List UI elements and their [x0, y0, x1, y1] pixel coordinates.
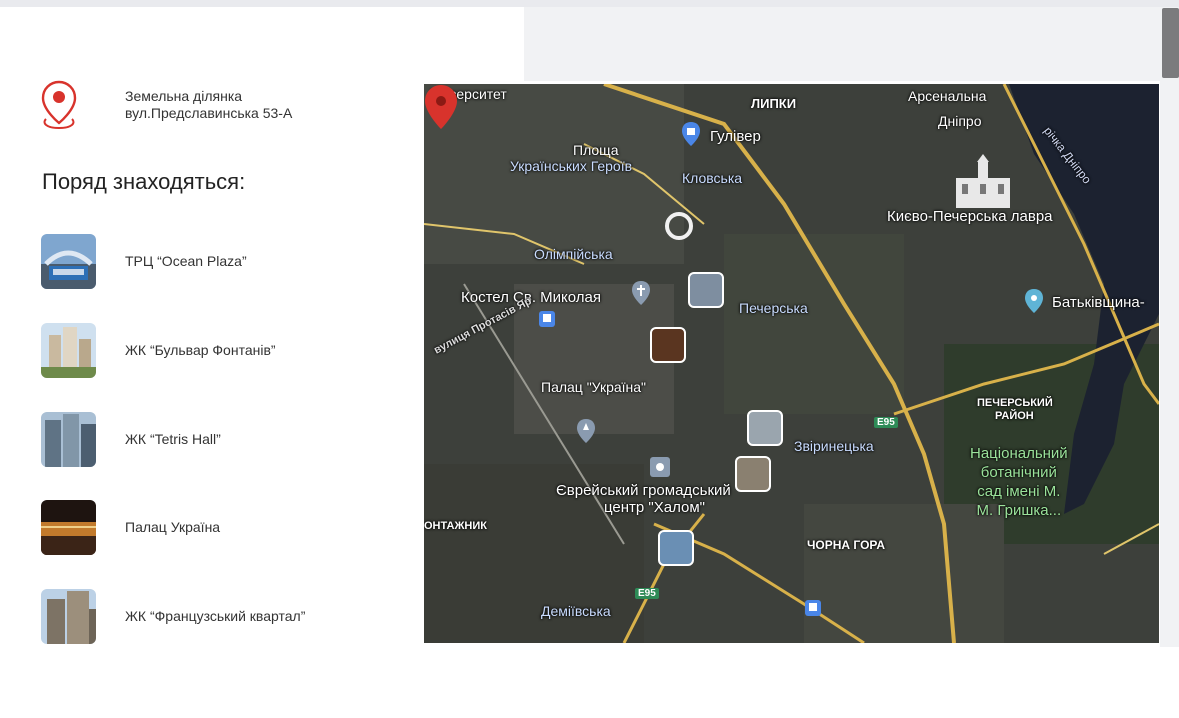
- map-label-e95-a: E95: [874, 417, 898, 428]
- map-label-klovska: Кловська: [682, 170, 743, 186]
- map-label-arsenalna: Арсенальна: [908, 88, 987, 104]
- map-label-montazhnyk: ОНТАЖНИК: [424, 520, 487, 532]
- bus-station-icon[interactable]: [804, 599, 822, 617]
- botanic-line-1: Національний: [970, 445, 1068, 462]
- map-label-ploshcha: Площа: [573, 142, 619, 158]
- place-thumbnail: [41, 323, 96, 378]
- landmark-pin-icon[interactable]: [576, 418, 596, 444]
- church-pin-icon[interactable]: [631, 280, 651, 306]
- place-label: Палац Україна: [125, 519, 221, 535]
- map-photo-marker-fontaniv[interactable]: [747, 410, 783, 446]
- scrollbar-track[interactable]: [1160, 7, 1179, 647]
- botanic-line-2: ботанічний: [980, 464, 1057, 481]
- botanic-line-4: М. Гришка...: [976, 502, 1062, 519]
- place-thumbnail: [41, 589, 96, 644]
- map-photo-marker-palats[interactable]: [650, 327, 686, 363]
- scrollbar-thumb[interactable]: [1162, 8, 1179, 78]
- map-label-lypky: ЛИПКИ: [751, 96, 797, 111]
- map-photo-marker-kvartal[interactable]: [735, 456, 771, 492]
- place-item-palats-ukraina[interactable]: Палац Україна: [41, 500, 441, 556]
- place-label: ЖК “Бульвар Фонтанів”: [125, 342, 276, 358]
- place-item-ocean-plaza[interactable]: ТРЦ “Ocean Plaza”: [41, 234, 441, 290]
- map-label-botanic-garden: Національний ботанічний сад імені М. М. …: [970, 444, 1068, 520]
- map-label-chorna-hora: ЧОРНА ГОРА: [807, 538, 886, 552]
- transit-station-icon[interactable]: [538, 310, 556, 328]
- botanic-line-3: сад імені М.: [977, 483, 1061, 500]
- location-pin-icon: [41, 80, 77, 130]
- selected-location-pin-icon[interactable]: [424, 84, 458, 130]
- map-label-dnipro: Дніпро: [938, 113, 982, 129]
- place-thumbnail: [41, 234, 96, 289]
- address-block: Земельна ділянка вул.Предславинська 53-А: [125, 88, 292, 122]
- place-label: ТРЦ “Ocean Plaza”: [125, 253, 247, 269]
- place-item-frantsuzkyi-kvartal[interactable]: ЖК “Французський квартал”: [41, 589, 441, 645]
- place-thumbnail: [41, 500, 96, 555]
- satellite-map[interactable]: Університет ЛИПКИ Арсенальна Дніпро річк…: [424, 84, 1159, 643]
- map-label-palats: Палац "Україна": [541, 379, 647, 395]
- map-photo-marker-ocean[interactable]: [658, 530, 694, 566]
- map-photo-marker-tetris[interactable]: [688, 272, 724, 308]
- place-label: ЖК “Tetris Hall”: [125, 431, 221, 447]
- place-item-tetris-hall[interactable]: ЖК “Tetris Hall”: [41, 412, 441, 468]
- place-label: ЖК “Французський квартал”: [125, 608, 306, 624]
- map-label-ukr-heroiv: Українських Героїв: [510, 158, 633, 174]
- map-label-hulliver: Гулівер: [710, 128, 761, 145]
- lavra-landmark-icon[interactable]: [952, 154, 1014, 210]
- address-line-1: Земельна ділянка: [125, 88, 243, 104]
- map-label-e95-b: E95: [635, 588, 659, 599]
- map-label-olimpiiska: Олімпійська: [534, 246, 613, 262]
- community-center-icon[interactable]: [649, 456, 671, 478]
- place-item-bulvar-fontaniv[interactable]: ЖК “Бульвар Фонтанів”: [41, 323, 441, 379]
- map-label-zvirynetska: Звіринецька: [794, 438, 874, 454]
- monument-pin-icon[interactable]: [1024, 288, 1044, 314]
- map-label-pechersk-district-1: ПЕЧЕРСЬКИЙ: [977, 397, 1053, 409]
- map-label-pechersk-district-2: РАЙОН: [995, 410, 1034, 422]
- map-label-jewish-1: Єврейський громадський: [556, 482, 731, 499]
- nearby-title: Поряд знаходяться:: [42, 169, 246, 194]
- place-thumbnail: [41, 412, 96, 467]
- top-bar: [0, 0, 1179, 7]
- shopping-pin-icon[interactable]: [681, 121, 701, 147]
- map-label-pecherska: Печерська: [739, 300, 808, 316]
- map-label-jewish-2: центр "Халом": [604, 499, 706, 516]
- map-label-lavra: Києво-Печерська лавра: [887, 208, 1053, 225]
- header-panel: [524, 7, 1164, 81]
- map-label-demiivska: Деміївська: [541, 603, 611, 619]
- address-line-2: вул.Предславинська 53-А: [125, 105, 293, 121]
- map-label-batkivshchyna: Батьківщина-: [1052, 294, 1145, 311]
